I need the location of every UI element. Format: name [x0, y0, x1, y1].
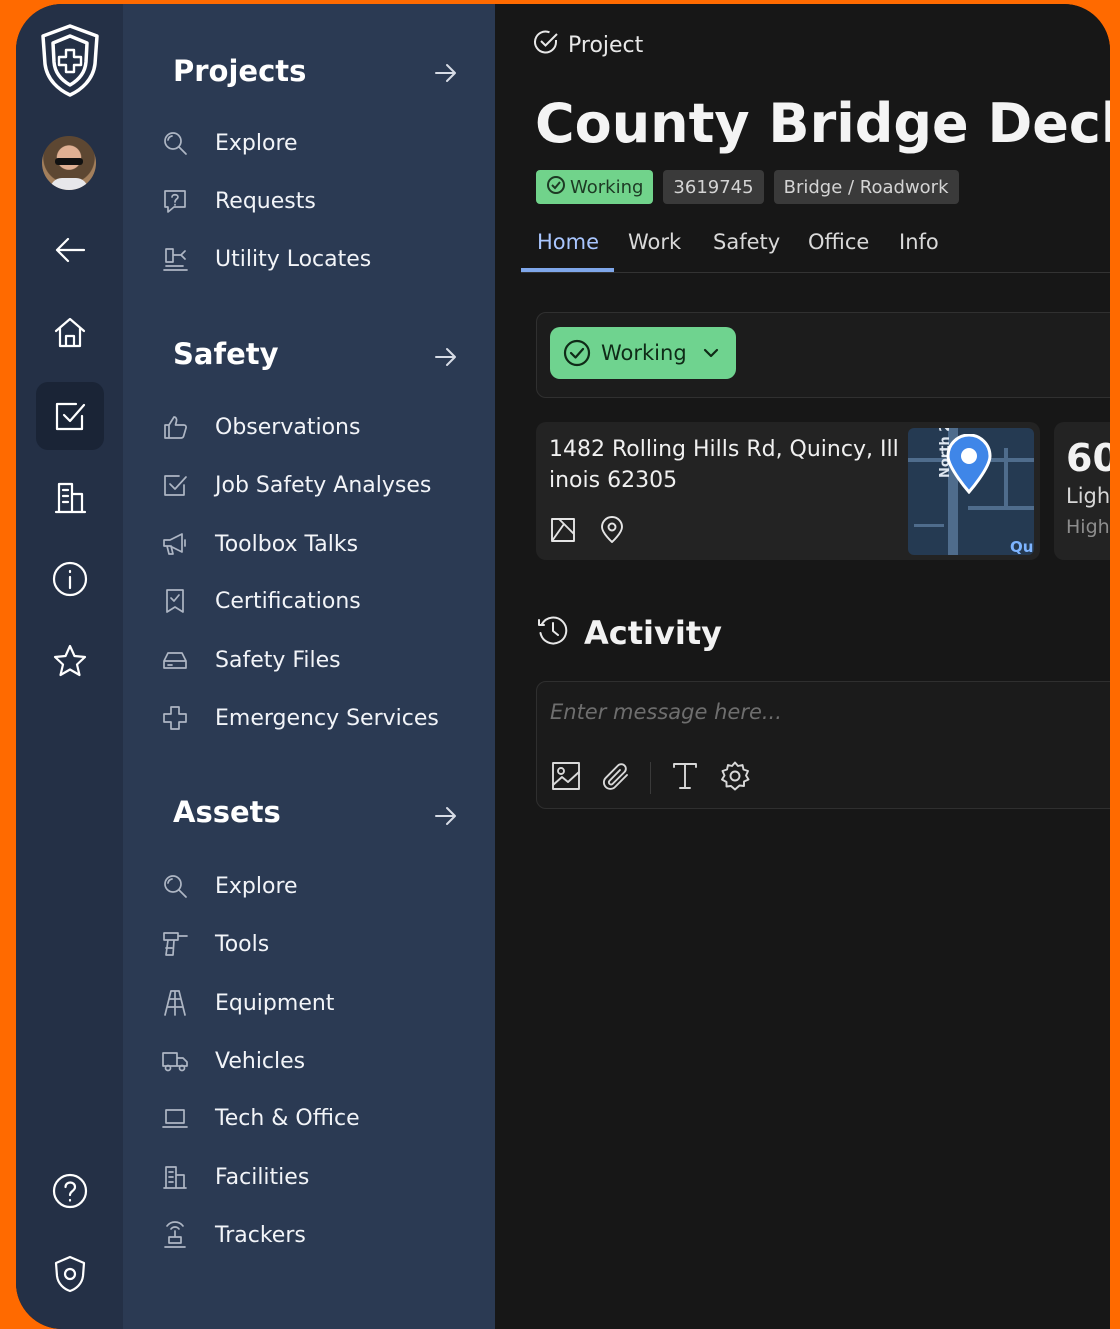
check-circle-icon: [563, 339, 591, 367]
arrow-right-icon[interactable]: [433, 803, 459, 829]
menu-item-tools[interactable]: Tools: [161, 924, 269, 964]
megaphone-icon: [161, 530, 189, 558]
stat-value: 60: [1066, 436, 1110, 480]
navigation-menu: Projects Explore Requests Utility Locate…: [123, 4, 495, 1329]
ladder-icon: [161, 989, 189, 1017]
text-format-icon[interactable]: [669, 760, 701, 796]
chevron-down-icon: [701, 343, 721, 363]
section-title-projects[interactable]: Projects: [173, 54, 306, 88]
menu-item-tech-office[interactable]: Tech & Office: [161, 1098, 360, 1138]
map-marker-icon: [946, 434, 992, 494]
question-bubble-icon: [161, 187, 189, 215]
search-icon: [161, 129, 189, 157]
info-icon[interactable]: [16, 549, 123, 609]
activity-title: Activity: [584, 614, 722, 652]
search-icon: [161, 872, 189, 900]
menu-item-trackers[interactable]: Trackers: [161, 1215, 306, 1255]
activity-header: Activity: [536, 614, 722, 652]
icon-rail: [16, 4, 123, 1329]
project-address: 1482 Rolling Hills Rd, Quincy, Illinois …: [549, 437, 899, 493]
tracker-icon: [161, 1221, 189, 1249]
menu-item-utility-locates[interactable]: Utility Locates: [161, 239, 371, 279]
section-title-safety[interactable]: Safety: [173, 337, 279, 371]
location-pin-icon[interactable]: [599, 516, 625, 548]
stat-card[interactable]: 60 Ligh High: [1054, 422, 1110, 560]
message-input[interactable]: Enter message here...: [550, 700, 782, 724]
page-title: County Bridge Deck Re: [535, 92, 1110, 155]
map-icon[interactable]: [549, 516, 577, 548]
thumbs-up-icon: [161, 413, 189, 441]
home-icon[interactable]: [16, 302, 123, 362]
menu-item-safety-files[interactable]: Safety Files: [161, 640, 341, 680]
checkbox-icon: [161, 471, 189, 499]
menu-item-toolbox-talks[interactable]: Toolbox Talks: [161, 524, 358, 564]
check-circle-icon: [546, 175, 570, 200]
help-icon[interactable]: [16, 1161, 123, 1221]
menu-item-equipment[interactable]: Equipment: [161, 983, 334, 1023]
menu-item-vehicles[interactable]: Vehicles: [161, 1041, 305, 1081]
tab-bar: Home Work Safety Office Info: [521, 224, 1110, 273]
tab-work[interactable]: Work: [628, 230, 681, 254]
status-dropdown-button[interactable]: Working: [550, 327, 736, 379]
tab-office[interactable]: Office: [808, 230, 869, 254]
project-id-badge: 3619745: [663, 170, 764, 204]
building-icon: [161, 1163, 189, 1191]
gear-icon[interactable]: [719, 760, 751, 796]
menu-item-assets-explore[interactable]: Explore: [161, 866, 298, 906]
status-badge: Working: [536, 170, 654, 204]
star-icon[interactable]: [16, 631, 123, 691]
section-title-assets[interactable]: Assets: [173, 795, 281, 829]
active-tab-indicator: [521, 268, 614, 272]
map-thumbnail[interactable]: North 24th Str Qu: [908, 428, 1034, 555]
utility-icon: [161, 245, 189, 273]
arrow-right-icon[interactable]: [433, 60, 459, 86]
drill-icon: [161, 930, 189, 958]
menu-item-requests[interactable]: Requests: [161, 181, 316, 221]
breadcrumb-label: Project: [568, 32, 644, 58]
tab-info[interactable]: Info: [899, 230, 939, 254]
back-arrow-icon[interactable]: [16, 220, 123, 280]
app-window: Projects Explore Requests Utility Locate…: [16, 4, 1110, 1329]
bookmark-check-icon: [161, 587, 189, 615]
menu-item-facilities[interactable]: Facilities: [161, 1157, 309, 1197]
clock-history-icon: [536, 614, 584, 652]
menu-item-observations[interactable]: Observations: [161, 407, 360, 447]
main-content: Project County Bridge Deck Re Working 36…: [495, 4, 1110, 1329]
location-card[interactable]: 1482 Rolling Hills Rd, Quincy, Illinois …: [536, 422, 1040, 560]
projects-check-icon[interactable]: [36, 382, 104, 450]
shield-logo-icon[interactable]: [16, 24, 123, 97]
menu-item-projects-explore[interactable]: Explore: [161, 123, 298, 163]
project-type-badge: Bridge / Roadwork: [773, 170, 959, 204]
medical-cross-icon: [161, 704, 189, 732]
tab-safety[interactable]: Safety: [713, 230, 780, 254]
toolbar-divider: [650, 762, 651, 794]
shield-settings-icon[interactable]: [16, 1244, 123, 1304]
check-circle-icon: [532, 28, 568, 62]
building-icon[interactable]: [16, 467, 123, 527]
image-icon[interactable]: [550, 760, 582, 796]
stat-label: Ligh: [1066, 484, 1110, 508]
drive-icon: [161, 646, 189, 674]
stat-sublabel: High: [1066, 516, 1110, 538]
message-composer[interactable]: Enter message here...: [536, 681, 1110, 809]
status-card: Working: [536, 312, 1110, 398]
menu-item-emergency-services[interactable]: Emergency Services: [161, 698, 439, 738]
badge-row: Working 3619745 Bridge / Roadwork: [536, 170, 959, 204]
truck-icon: [161, 1047, 189, 1075]
breadcrumb[interactable]: Project: [532, 28, 643, 62]
map-corner-label: Qu: [1010, 538, 1034, 555]
laptop-icon: [161, 1104, 189, 1132]
menu-item-job-safety-analyses[interactable]: Job Safety Analyses: [161, 465, 431, 505]
tab-home[interactable]: Home: [537, 230, 599, 254]
avatar[interactable]: [42, 136, 96, 190]
arrow-right-icon[interactable]: [433, 344, 459, 370]
attachment-icon[interactable]: [600, 760, 632, 796]
menu-item-certifications[interactable]: Certifications: [161, 581, 361, 621]
